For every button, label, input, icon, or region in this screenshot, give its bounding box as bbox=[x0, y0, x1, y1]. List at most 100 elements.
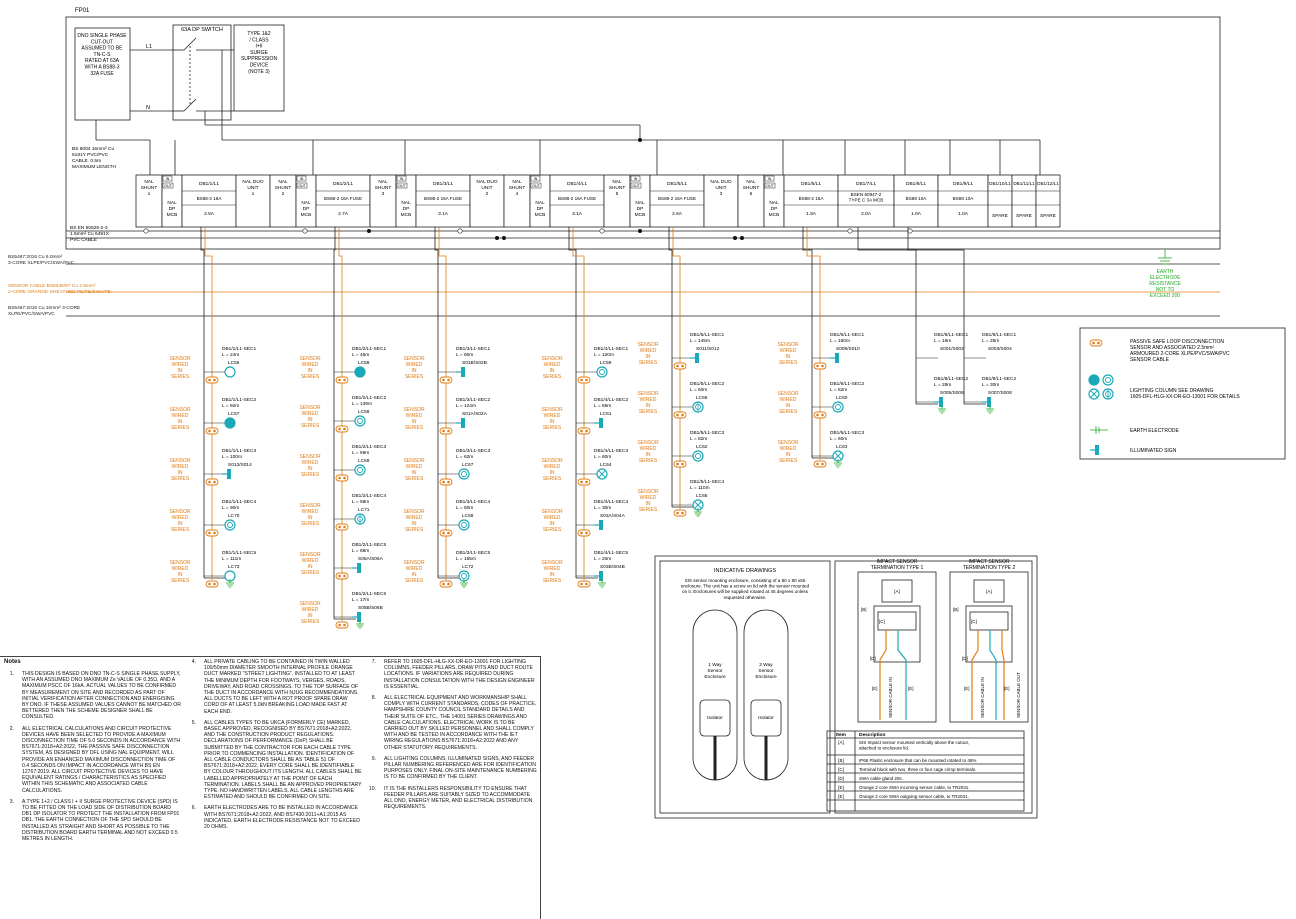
board-unit-label: SHUNT bbox=[509, 185, 526, 191]
sheet-title: FP01 bbox=[75, 8, 90, 14]
section-length: L = 50m bbox=[456, 505, 473, 511]
board-unit-label: DP bbox=[303, 206, 310, 212]
junction-dot bbox=[502, 236, 506, 240]
table-cell-item: [C] bbox=[838, 767, 844, 772]
sensor-wired-label: SERIES bbox=[639, 409, 658, 415]
passive-sensor-icon bbox=[335, 572, 349, 580]
board-unit-label: 5 bbox=[616, 191, 619, 197]
load-label: S05B/S06B bbox=[358, 605, 383, 611]
board-unit-label: DP bbox=[637, 206, 644, 212]
tag-d: [D] bbox=[870, 656, 876, 661]
section-length: L = 60m bbox=[594, 454, 611, 460]
out-label: OUT bbox=[164, 184, 172, 188]
board-unit-label: NAL bbox=[378, 179, 388, 185]
table-cell-description: SWA cable gland 20s. bbox=[859, 776, 903, 781]
indicative-description: on it. Enclosures will be supplied rotat… bbox=[682, 589, 809, 594]
junction-dot bbox=[733, 236, 737, 240]
load-label: S009/S010 bbox=[836, 346, 860, 352]
circuit-rating: 1.9A bbox=[806, 211, 817, 217]
board-unit-label: MCB bbox=[301, 212, 312, 218]
illuminated-sign-icon bbox=[599, 418, 603, 428]
section-id: DB1/4/L1-SEC4 bbox=[594, 499, 628, 505]
sensor-wired-label: SERIES bbox=[405, 476, 424, 482]
busbar-cable-note: 1.5mm² Cu 6491X bbox=[70, 231, 110, 237]
section-id: DB1/1/L1-SEC4 bbox=[222, 499, 256, 505]
cable-legend-text: BS5467:2016 Cu 6.0mm² bbox=[8, 254, 63, 260]
spd-label: DEVICE bbox=[250, 63, 269, 69]
dno-cutout-label: ASSUMED TO BE bbox=[82, 46, 124, 52]
sensor-wired-label: SERIES bbox=[301, 570, 320, 576]
load-label: LC60 bbox=[836, 395, 848, 401]
note-item: 8. ALL ELECTRICAL EQUIPMENT AND WORKMANSH… bbox=[362, 695, 537, 751]
board-unit-circuit: DB1/8/L1 BS88 10A 1.0A bbox=[893, 174, 939, 228]
spd-label: SURGE bbox=[250, 50, 268, 56]
load-label: LC70 bbox=[228, 513, 240, 519]
note-item: 5. ALL CABLES TYPES TO BE UKCA (FORMERLY … bbox=[182, 720, 362, 801]
distribution-board: NALSHUNT1INOUTNALDPMCBDB1/1/L1BS88-2 16A… bbox=[135, 138, 1061, 240]
board-unit-label: NAL bbox=[746, 179, 756, 185]
passive-sensor-icon bbox=[813, 411, 827, 419]
load-label: S007/S008 bbox=[988, 390, 1012, 396]
passive-sensor-icon bbox=[577, 376, 591, 384]
spd-label: TYPE 1&2 bbox=[247, 31, 271, 37]
load-label: S03A/S04A bbox=[600, 513, 626, 519]
board-unit-spare: DB1/10/L1 SPARE bbox=[987, 174, 1013, 228]
load-label: S03B/S04B bbox=[600, 564, 625, 570]
section-id: DB1/2/L1-SEC2 bbox=[352, 395, 386, 401]
load-label: LC59 bbox=[600, 360, 612, 366]
board-unit-label: SHUNT bbox=[141, 185, 158, 191]
enclosure-1way-label: Enclosure bbox=[704, 674, 726, 680]
section-length: L = 18m bbox=[934, 338, 951, 344]
section-length: L = 92m bbox=[222, 403, 239, 409]
section-length: L = 111m bbox=[222, 556, 241, 562]
junction-dot bbox=[740, 236, 744, 240]
passive-sensor-icon bbox=[205, 376, 219, 384]
earth-cable-note: MAXIMUM LENGTH bbox=[72, 164, 117, 170]
in-label: IN bbox=[534, 177, 538, 181]
tag-a: [A] bbox=[986, 589, 992, 594]
dno-cutout-label: CUT-OUT bbox=[91, 39, 113, 45]
section-length: L = 17m bbox=[352, 597, 369, 603]
section-id: DB1/9/L1-SEC1 bbox=[982, 332, 1016, 338]
passive-sensor-icon bbox=[205, 580, 219, 588]
board-unit-circuit: DB1/9/L1 BS88 10A 1.0A bbox=[937, 174, 989, 228]
out-label: OUT bbox=[766, 184, 774, 188]
load-label: LC62 bbox=[696, 444, 708, 450]
illuminated-sign-icon bbox=[599, 571, 603, 581]
circuit-run: DB1/2/L1-SEC1L = 45mLC56SENSORWIREDINSER… bbox=[299, 227, 386, 629]
out-label: OUT bbox=[298, 184, 306, 188]
board-unit-circuit: DB1/1/L1 BS88-2 16A 2.5A bbox=[181, 174, 237, 228]
enclosure-2way-label: Sensor bbox=[758, 668, 774, 674]
load-label: S013/S014 bbox=[228, 462, 252, 468]
isolator-label: Isolator bbox=[758, 715, 774, 721]
in-label: IN bbox=[300, 177, 304, 181]
note-item: 6. EARTH ELECTRODES ARE TO BE INSTALLED I… bbox=[182, 805, 362, 830]
board-unit-circuit: DB1/4/L1 BS88-2 16A FUSE 3.1A bbox=[549, 174, 605, 228]
board-unit-label: UNIT bbox=[481, 185, 492, 191]
tag-e: [E] bbox=[964, 686, 970, 691]
tag-c: [C] bbox=[879, 619, 885, 624]
section-id: DB1/1/L1-SEC1 bbox=[222, 346, 256, 352]
enclosure-1way-label: 1 Way bbox=[708, 662, 722, 668]
board-unit-label: MCB bbox=[401, 212, 412, 218]
board-unit-shunt: NALSHUNT2 bbox=[269, 174, 297, 228]
passive-sensor-icon bbox=[205, 529, 219, 537]
legend-passive-text: SENSOR CABLE bbox=[1130, 357, 1170, 363]
enclosure-2way-label: Enclosure bbox=[755, 674, 777, 680]
note-text: A TYPE 1+2 / CLASS I + II SURGE PROTECTI… bbox=[22, 798, 180, 843]
passive-sensor-icon bbox=[577, 478, 591, 486]
passive-sensor-icon bbox=[335, 621, 349, 629]
board-unit-label: MCB bbox=[535, 212, 546, 218]
section-id: DB1/2/L1-SEC1 bbox=[352, 346, 386, 352]
section-length: L = 58m bbox=[352, 499, 369, 505]
illuminated-sign-icon bbox=[939, 397, 943, 407]
load-label: LC63 bbox=[836, 444, 848, 450]
note-number: 8. bbox=[371, 695, 376, 702]
lighting-column-icon bbox=[354, 366, 366, 378]
section-length: L = 120m bbox=[594, 352, 614, 358]
board-unit-label: DP bbox=[169, 206, 176, 212]
note-number: 5. bbox=[191, 719, 196, 726]
spd-label: I+II bbox=[255, 44, 262, 50]
passive-sensor-icon bbox=[439, 376, 453, 384]
lighting-column-icon bbox=[458, 519, 470, 531]
